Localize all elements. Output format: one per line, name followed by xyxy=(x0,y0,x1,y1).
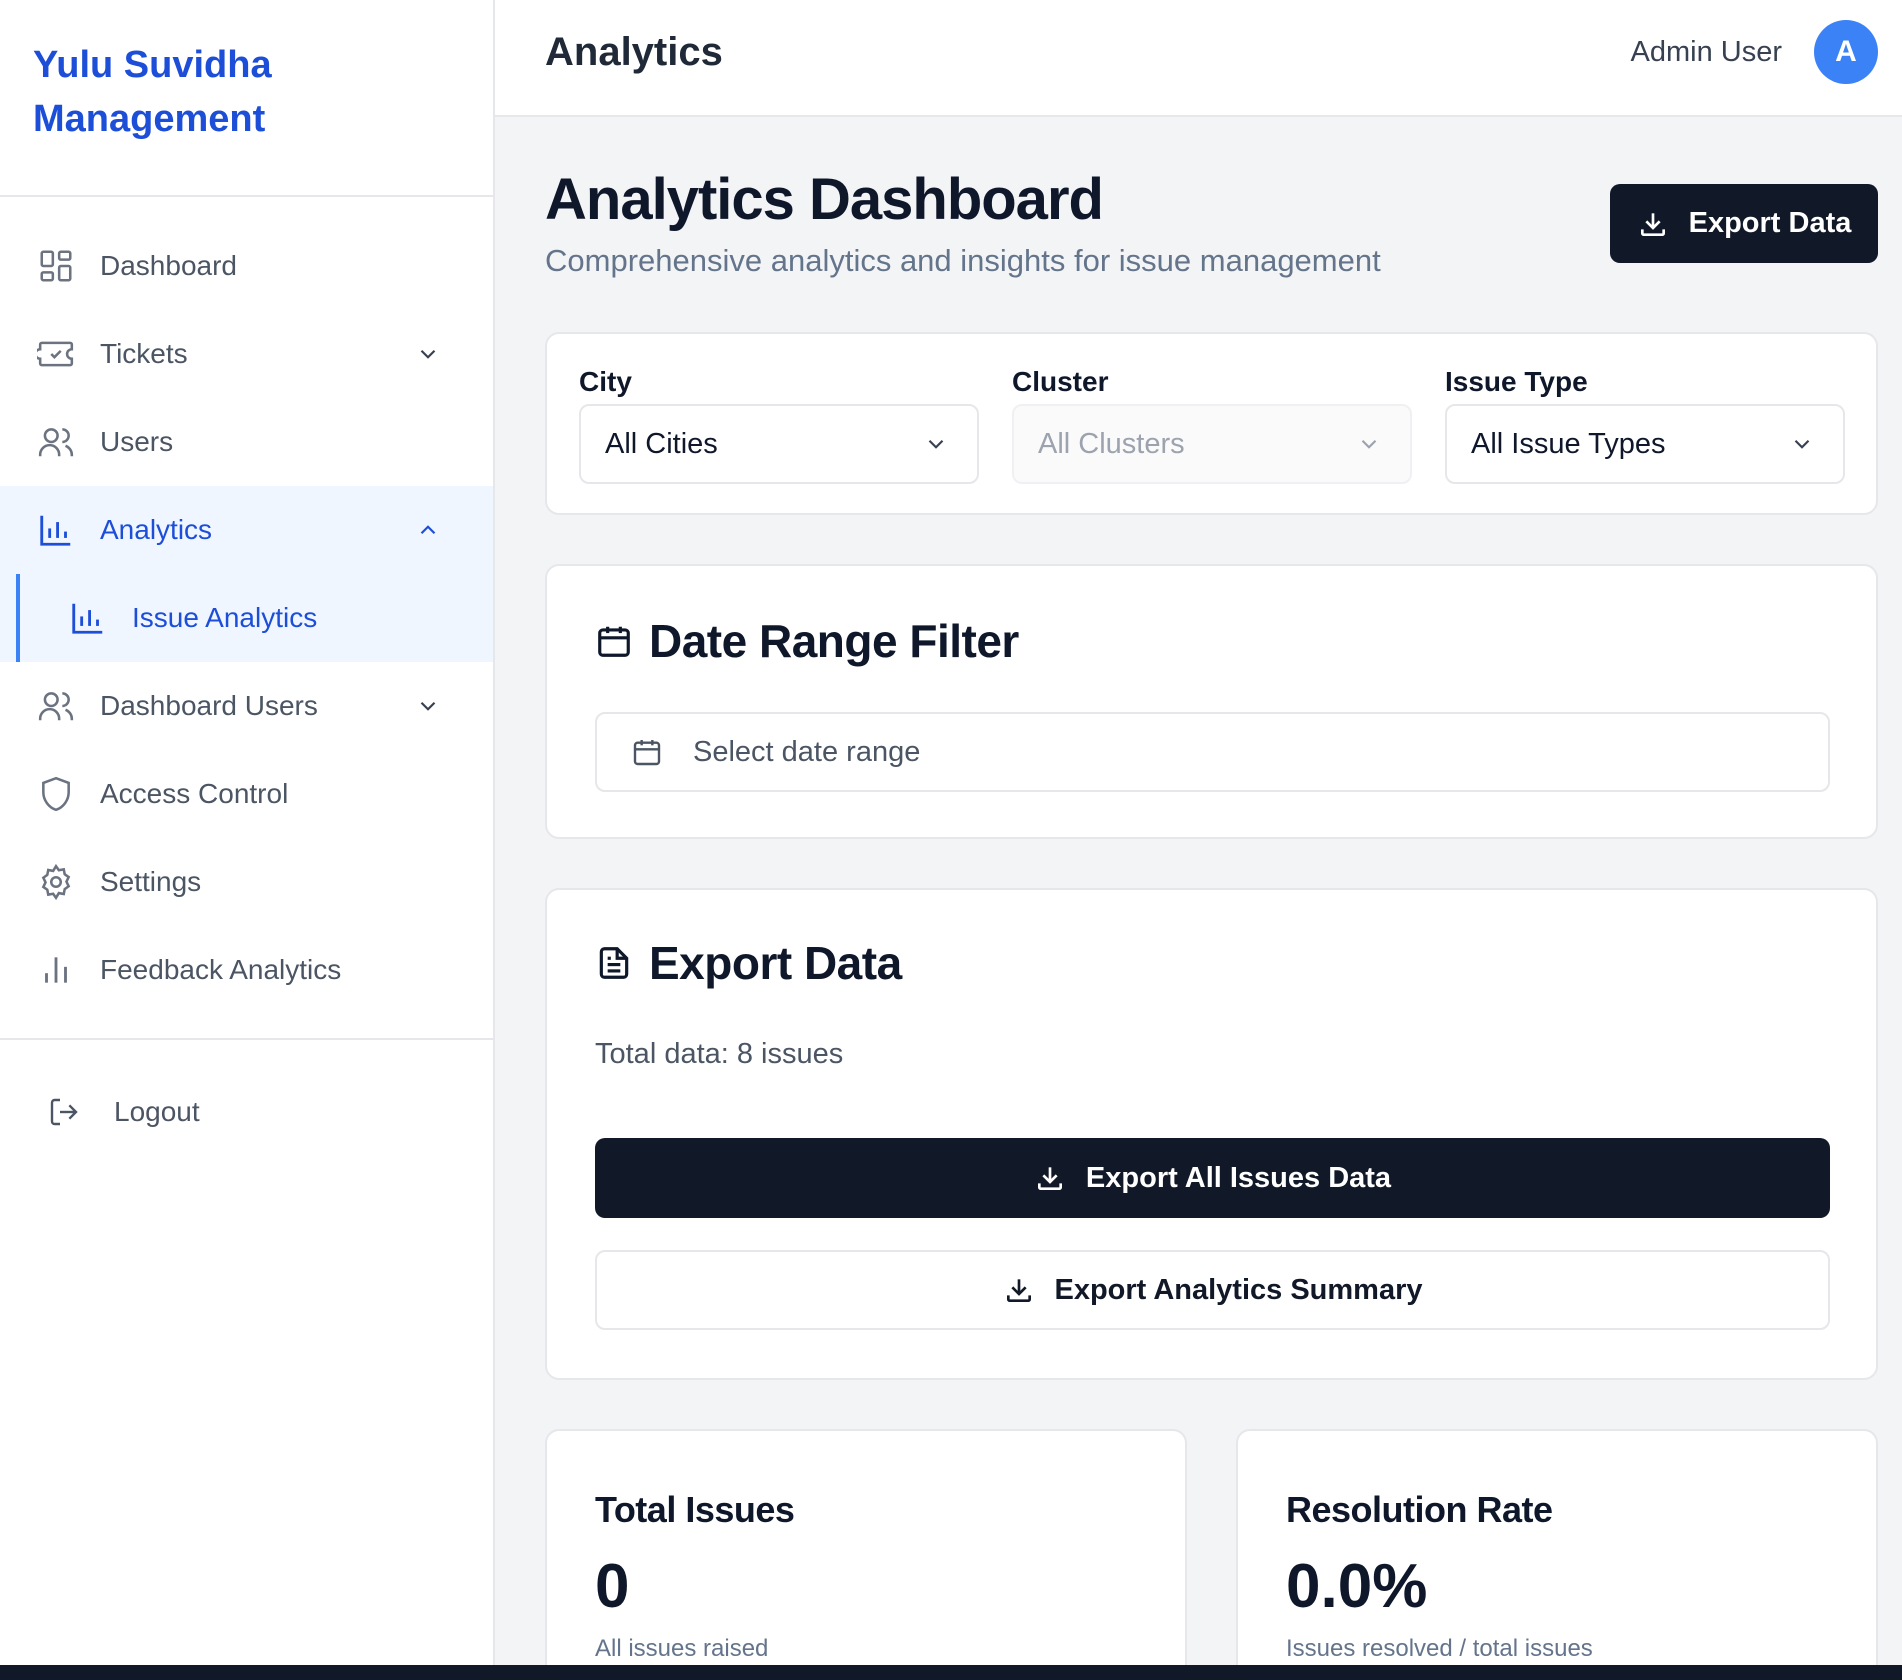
logout-label: Logout xyxy=(114,1096,200,1127)
bar-chart-icon xyxy=(36,510,76,550)
export-all-issues-button[interactable]: Export All Issues Data xyxy=(595,1138,1830,1218)
date-range-heading-text: Date Range Filter xyxy=(649,615,1019,667)
stat-card-resolution-rate: Resolution Rate 0.0% Issues resolved / t… xyxy=(1236,1429,1878,1680)
sidebar-item-analytics[interactable]: Analytics xyxy=(0,486,493,574)
page-title: Analytics Dashboard xyxy=(545,167,1104,232)
export-summary-label: Export Analytics Summary xyxy=(1054,1273,1423,1306)
city-select-value: All Cities xyxy=(605,427,718,460)
stat-title: Resolution Rate xyxy=(1286,1489,1553,1530)
stat-desc: All issues raised xyxy=(595,1635,769,1662)
chevron-down-icon xyxy=(420,349,436,359)
sidebar-item-label: Tickets xyxy=(100,338,188,369)
shield-icon xyxy=(36,774,76,814)
top-bar: Analytics Admin User A xyxy=(495,0,1902,117)
export-heading: Export Data xyxy=(595,936,902,990)
gear-icon xyxy=(36,862,76,902)
users-icon xyxy=(36,422,76,462)
sidebar-item-access-control[interactable]: Access Control xyxy=(0,750,493,838)
issue-type-select-value: All Issue Types xyxy=(1471,427,1666,460)
download-icon xyxy=(1006,1279,1031,1302)
chevron-down-icon xyxy=(1361,439,1377,449)
chevron-down-icon xyxy=(1794,439,1810,449)
download-icon xyxy=(1037,1167,1062,1190)
bar-chart-icon xyxy=(36,950,76,990)
logout-button[interactable]: Logout xyxy=(0,1068,493,1156)
cluster-select[interactable]: All Clusters xyxy=(1012,404,1412,484)
stat-card-total-issues: Total Issues 0 All issues raised xyxy=(545,1429,1187,1680)
date-range-placeholder: Select date range xyxy=(693,735,921,768)
export-card: Export Data Total data: 8 issues Export … xyxy=(545,888,1878,1380)
grid-icon xyxy=(36,246,76,286)
sidebar-item-label: Issue Analytics xyxy=(132,602,318,633)
topbar-title: Analytics xyxy=(545,30,723,74)
sidebar-item-settings[interactable]: Settings xyxy=(0,838,493,926)
calendar-icon xyxy=(598,626,630,657)
chevron-up-icon xyxy=(420,525,436,535)
user-name: Admin User xyxy=(1630,36,1783,68)
page-subtitle: Comprehensive analytics and insights for… xyxy=(545,243,1381,278)
file-text-icon xyxy=(599,947,629,979)
sidebar-item-dashboard-users[interactable]: Dashboard Users xyxy=(0,662,493,750)
stat-value: 0 xyxy=(595,1552,630,1621)
sidebar-item-issue-analytics[interactable]: Issue Analytics xyxy=(0,574,493,662)
sidebar-item-label: Access Control xyxy=(100,778,289,809)
issue-type-label: Issue Type xyxy=(1445,366,1588,397)
bar-chart-icon xyxy=(68,598,108,638)
issue-type-select[interactable]: All Issue Types xyxy=(1445,404,1845,484)
chevron-down-icon xyxy=(928,439,944,449)
window-bottom-bar xyxy=(0,1665,1902,1680)
date-range-heading: Date Range Filter xyxy=(595,614,1019,668)
filters-card: City All Cities Cluster All Clusters Iss… xyxy=(545,332,1878,515)
export-total-text: Total data: 8 issues xyxy=(595,1038,844,1070)
export-heading-text: Export Data xyxy=(649,937,902,989)
sidebar-item-tickets[interactable]: Tickets xyxy=(0,310,493,398)
calendar-icon xyxy=(633,740,661,766)
sidebar-item-dashboard[interactable]: Dashboard xyxy=(0,222,493,310)
chevron-down-icon xyxy=(420,701,436,711)
brand: Yulu Suvidha Management xyxy=(0,0,493,197)
export-data-button[interactable]: Export Data xyxy=(1610,184,1878,263)
export-data-label: Export Data xyxy=(1688,207,1852,239)
date-range-input[interactable]: Select date range xyxy=(595,712,1830,792)
users-icon xyxy=(36,686,76,726)
export-all-label: Export All Issues Data xyxy=(1085,1161,1392,1194)
stat-title: Total Issues xyxy=(595,1489,795,1530)
ticket-icon xyxy=(36,334,76,374)
sidebar-item-label: Settings xyxy=(100,866,202,897)
download-icon xyxy=(1640,212,1665,236)
cluster-label: Cluster xyxy=(1012,366,1109,397)
sidebar-item-label: Users xyxy=(100,426,174,457)
sidebar-item-users[interactable]: Users xyxy=(0,398,493,486)
sidebar-divider xyxy=(0,1038,493,1040)
avatar[interactable]: A xyxy=(1814,20,1878,84)
stat-value: 0.0% xyxy=(1286,1552,1428,1621)
sidebar: Yulu Suvidha Management Dashboard Ticket… xyxy=(0,0,495,1665)
sidebar-item-label: Feedback Analytics xyxy=(100,954,342,985)
city-select[interactable]: All Cities xyxy=(579,404,979,484)
city-label: City xyxy=(579,366,632,397)
sidebar-item-label: Dashboard xyxy=(100,250,237,281)
sidebar-item-label: Analytics xyxy=(100,514,213,545)
brand-title[interactable]: Yulu Suvidha Management xyxy=(33,38,353,146)
export-analytics-summary-button[interactable]: Export Analytics Summary xyxy=(595,1250,1830,1330)
cluster-select-value: All Clusters xyxy=(1038,427,1185,460)
sidebar-item-feedback-analytics[interactable]: Feedback Analytics xyxy=(0,926,493,1014)
sidebar-item-label: Dashboard Users xyxy=(100,690,318,721)
logout-icon xyxy=(46,1094,82,1130)
date-range-card: Date Range Filter Select date range xyxy=(545,564,1878,839)
stat-desc: Issues resolved / total issues xyxy=(1286,1635,1593,1662)
